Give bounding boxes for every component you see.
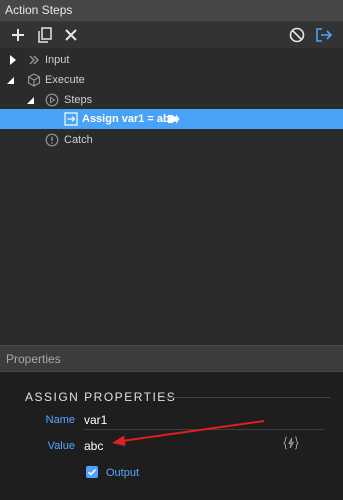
properties-title: Properties: [6, 352, 61, 366]
panel-title: Action Steps: [5, 3, 73, 17]
delete-step-button[interactable]: [61, 25, 81, 45]
tree-item-catch[interactable]: Catch: [0, 130, 343, 150]
toolbar: [0, 22, 343, 48]
tree-item-steps[interactable]: Steps: [0, 90, 343, 110]
plus-icon: [8, 25, 28, 45]
copy-icon: [35, 25, 55, 45]
name-input[interactable]: var1: [84, 413, 107, 427]
cube-icon: [27, 73, 41, 87]
x-icon: [61, 25, 81, 45]
tree-item-label: Input: [45, 54, 70, 66]
checkmark-icon: [86, 466, 98, 478]
value-input[interactable]: abc: [84, 439, 103, 453]
tree-item-label: Steps: [64, 94, 93, 106]
properties-header: Properties: [0, 345, 343, 372]
tree-item-execute[interactable]: Execute: [0, 70, 343, 90]
tree-item-label: Catch: [64, 134, 93, 146]
assign-icon: [64, 112, 78, 126]
steps-tree: Input Execute Steps Assign var1 = abc Ca…: [0, 48, 343, 340]
section-divider: [160, 397, 330, 398]
output-checkbox[interactable]: [86, 466, 98, 478]
export-button[interactable]: [314, 25, 334, 45]
tree-item-label: Assign var1 = abc: [82, 113, 176, 125]
properties-panel: ASSIGN PROPERTIES Name var1 Value abc Ou…: [0, 372, 343, 500]
tree-item-label: Execute: [45, 74, 85, 86]
expand-arrow-icon[interactable]: [8, 55, 18, 65]
output-label: Output: [106, 467, 140, 479]
copy-step-button[interactable]: [35, 25, 55, 45]
collapse-arrow-icon[interactable]: [6, 75, 16, 85]
export-icon: [314, 25, 334, 45]
double-chevron-icon: [27, 53, 41, 67]
name-label: Name: [45, 414, 75, 426]
collapse-arrow-icon[interactable]: [26, 95, 36, 105]
exclamation-circle-icon: [45, 133, 59, 147]
name-underline: [84, 429, 324, 430]
tree-item-input[interactable]: Input: [0, 50, 343, 70]
ban-icon: [287, 25, 307, 45]
add-step-button[interactable]: [8, 25, 28, 45]
action-steps-header: Action Steps: [0, 0, 343, 22]
section-title: ASSIGN PROPERTIES: [25, 390, 177, 404]
dynamic-data-button[interactable]: [283, 435, 299, 451]
disable-step-button[interactable]: [287, 25, 307, 45]
output-arrow-icon: [166, 112, 180, 126]
value-label: Value: [47, 440, 75, 452]
lightning-icon: [283, 435, 299, 451]
tree-item-assign[interactable]: Assign var1 = abc: [0, 109, 343, 129]
play-circle-icon: [45, 93, 59, 107]
